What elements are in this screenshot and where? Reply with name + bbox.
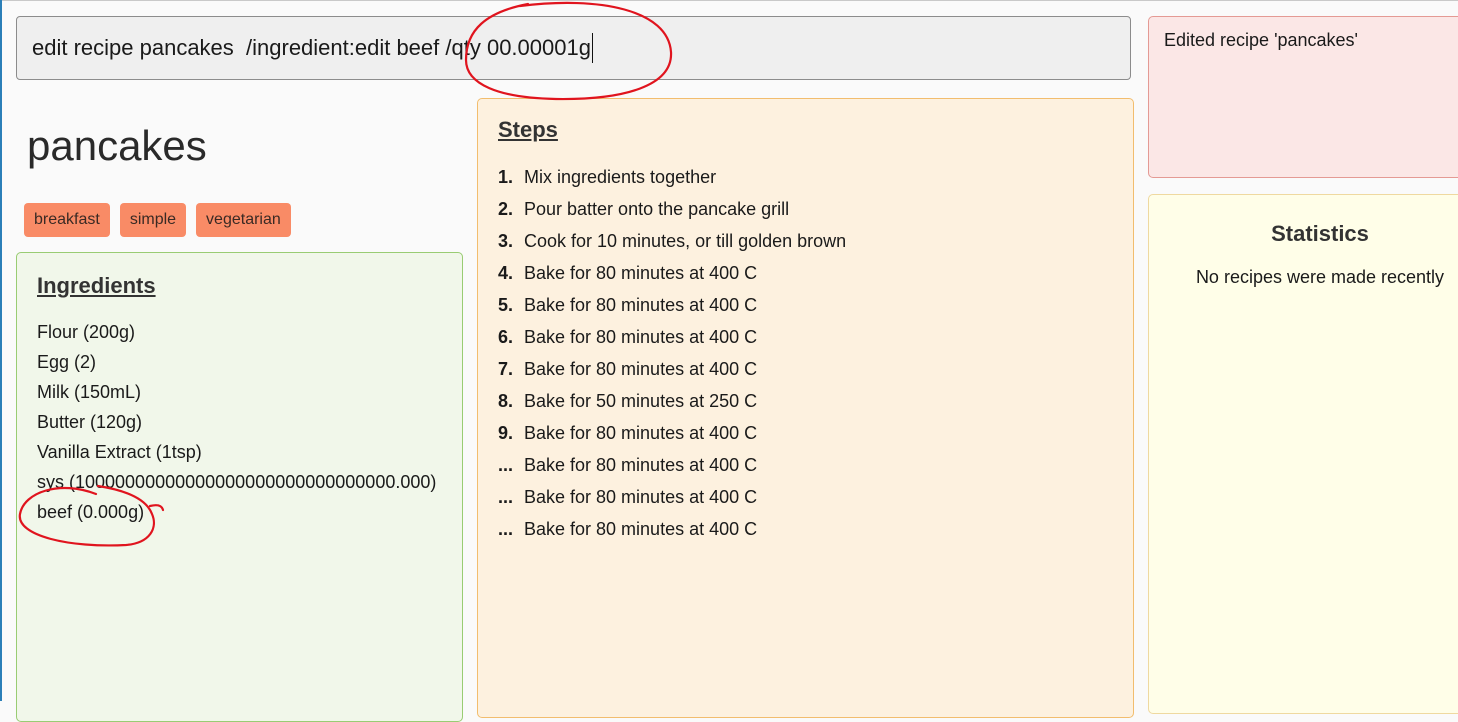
step-text: Bake for 80 minutes at 400 C xyxy=(524,263,758,283)
ingredient-list: Flour (200g) Egg (2) Milk (150mL) Butter… xyxy=(37,317,436,527)
step-text: Cook for 10 minutes, or till golden brow… xyxy=(524,231,847,251)
step-item: 4. Bake for 80 minutes at 400 C xyxy=(498,257,846,289)
step-item: 5. Bake for 80 minutes at 400 C xyxy=(498,289,846,321)
step-item: 3. Cook for 10 minutes, or till golden br… xyxy=(498,225,846,257)
tag-list: breakfast simple vegetarian xyxy=(24,203,291,237)
step-text: Bake for 80 minutes at 400 C xyxy=(524,455,758,475)
step-number: 6. xyxy=(498,327,514,347)
ingredient-item: Flour (200g) xyxy=(37,322,136,342)
text-caret xyxy=(591,33,593,63)
step-number: 8. xyxy=(498,391,514,411)
step-item: ... Bake for 80 minutes at 400 C xyxy=(498,481,846,513)
tag-vegetarian: vegetarian xyxy=(196,203,291,237)
step-number: 9. xyxy=(498,423,514,443)
step-number: ... xyxy=(498,487,514,507)
step-text: Bake for 80 minutes at 400 C xyxy=(524,423,758,443)
statistics-title: Statistics xyxy=(1271,221,1369,246)
recipe-title: pancakes xyxy=(27,122,207,169)
step-text: Bake for 80 minutes at 400 C xyxy=(524,519,758,539)
window-left-border xyxy=(0,0,2,701)
ingredient-item: Egg (2) xyxy=(37,352,97,372)
step-text: Bake for 80 minutes at 400 C xyxy=(524,487,758,507)
result-message: Edited recipe 'pancakes' xyxy=(1164,30,1358,50)
step-text: Bake for 50 minutes at 250 C xyxy=(524,391,758,411)
step-item: 1. Mix ingredients together xyxy=(498,161,846,193)
step-text: Pour batter onto the pancake grill xyxy=(524,199,790,219)
step-item: ... Bake for 80 minutes at 400 C xyxy=(498,513,846,545)
step-item: 8. Bake for 50 minutes at 250 C xyxy=(498,385,846,417)
statistics-empty-message: No recipes were made recently xyxy=(1195,267,1445,287)
step-item: 7. Bake for 80 minutes at 400 C xyxy=(498,353,846,385)
result-display: Edited recipe 'pancakes' xyxy=(1148,16,1458,178)
steps-title: Steps xyxy=(498,117,558,142)
step-number: 1. xyxy=(498,167,514,187)
step-item: 6. Bake for 80 minutes at 400 C xyxy=(498,321,846,353)
step-number: ... xyxy=(498,519,514,539)
step-text: Bake for 80 minutes at 400 C xyxy=(524,295,758,315)
statistics-panel: Statistics No recipes were made recently xyxy=(1148,194,1458,714)
ingredients-title: Ingredients xyxy=(37,273,156,298)
ingredient-item: Butter (120g) xyxy=(37,412,143,432)
ingredient-item: beef (0.000g) xyxy=(37,502,145,522)
step-number: 5. xyxy=(498,295,514,315)
step-number: 3. xyxy=(498,231,514,251)
window-top-border xyxy=(0,0,1458,1)
command-text: edit recipe pancakes /ingredient:edit be… xyxy=(32,35,591,60)
step-item: 9. Bake for 80 minutes at 400 C xyxy=(498,417,846,449)
tag-simple: simple xyxy=(119,203,187,237)
ingredient-item: Vanilla Extract (1tsp) xyxy=(37,442,202,462)
tag-breakfast: breakfast xyxy=(24,203,110,237)
step-text: Bake for 80 minutes at 400 C xyxy=(524,359,758,379)
step-number: 2. xyxy=(498,199,514,219)
step-number: ... xyxy=(498,455,514,475)
ingredients-panel: Ingredients Flour (200g) Egg (2) Milk (1… xyxy=(16,252,463,722)
steps-panel: Steps 1. Mix ingredients together 2. Pour … xyxy=(477,98,1134,718)
step-item: 2. Pour batter onto the pancake grill xyxy=(498,193,846,225)
ingredient-item: Milk (150mL) xyxy=(37,382,142,402)
step-item: ... Bake for 80 minutes at 400 C xyxy=(498,449,846,481)
step-text: Bake for 80 minutes at 400 C xyxy=(524,327,758,347)
command-input[interactable]: edit recipe pancakes /ingredient:edit be… xyxy=(16,16,1131,80)
step-list: 1. Mix ingredients together 2. Pour batter… xyxy=(498,161,846,545)
ingredient-item: sys (10000000000000000000000000000000.00… xyxy=(37,472,437,492)
step-number: 4. xyxy=(498,263,514,283)
step-text: Mix ingredients together xyxy=(524,167,717,187)
step-number: 7. xyxy=(498,359,514,379)
